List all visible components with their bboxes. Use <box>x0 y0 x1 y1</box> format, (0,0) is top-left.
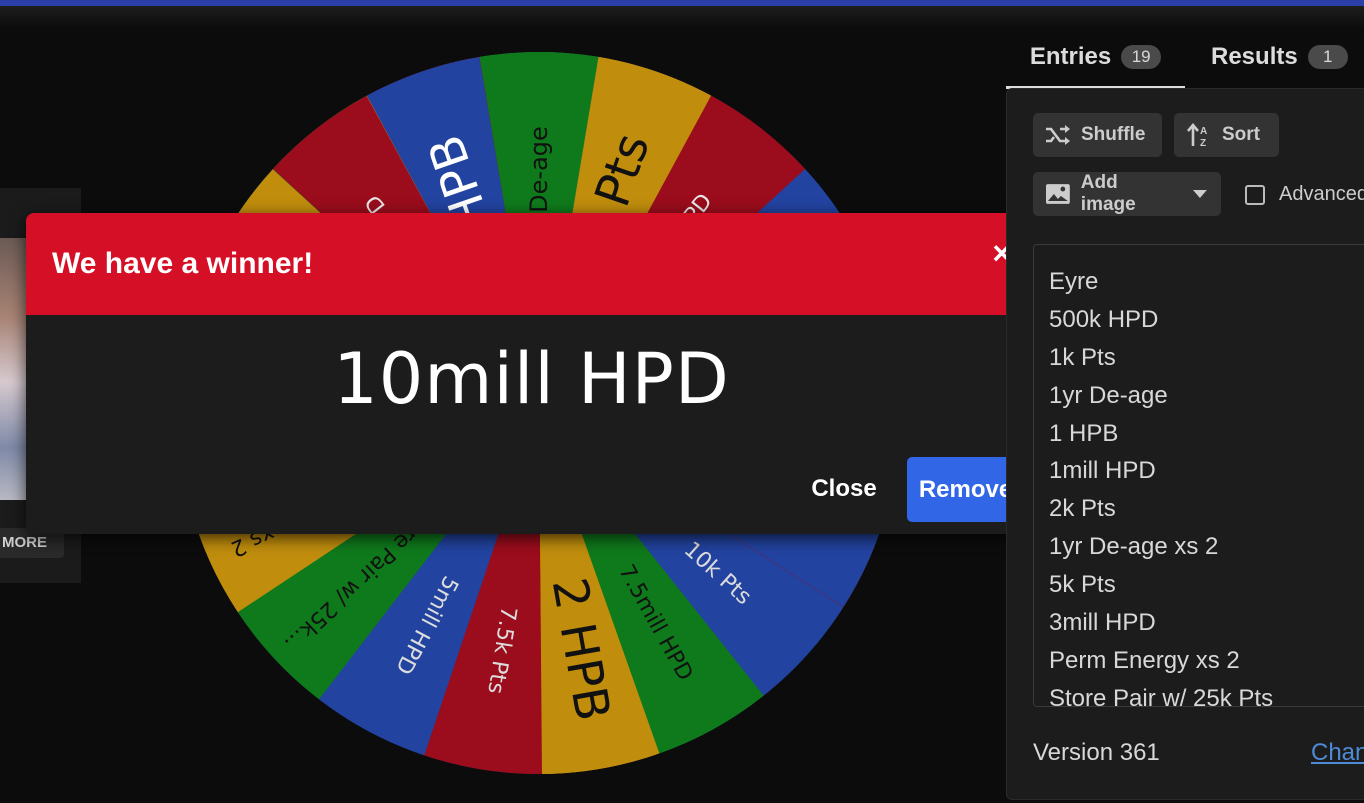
version-label: Version 361 <box>1033 739 1160 766</box>
chevron-down-icon <box>1193 190 1208 198</box>
entries-panel: Shuffle A Z Sort Add image Advanced Eyre… <box>1006 88 1364 800</box>
entry-item: 1yr De-age <box>1049 381 1168 409</box>
svg-text:A: A <box>1200 126 1207 137</box>
entry-item: 2k Pts <box>1049 495 1116 523</box>
entries-count-badge: 19 <box>1121 45 1162 69</box>
add-image-button[interactable]: Add image <box>1033 172 1221 216</box>
shuffle-label: Shuffle <box>1081 124 1146 145</box>
close-button[interactable]: Close <box>796 457 892 521</box>
entry-item: 1 HPB <box>1049 419 1119 447</box>
svg-text:Z: Z <box>1200 138 1206 148</box>
changelog-link[interactable]: Changelog <box>1311 739 1364 767</box>
entry-item: 500k HPD <box>1049 305 1159 333</box>
entry-item: 1k Pts <box>1049 343 1116 371</box>
advanced-label: Advanced <box>1279 183 1364 205</box>
entries-textarea[interactable]: Eyre 500k HPD 1k Pts 1yr De-age 1 HPB 1mill H… <box>1033 244 1364 707</box>
winner-text: 10mill HPD <box>333 338 730 420</box>
entry-item: 1mill HPD <box>1049 457 1156 485</box>
tab-entries-label: Entries <box>1029 43 1112 70</box>
entry-item: Perm Energy xs 2 <box>1049 646 1240 674</box>
results-count-badge: 1 <box>1307 45 1348 69</box>
side-thumbnail-image[interactable] <box>0 238 26 500</box>
winner-dialog: We have a winner! × 10mill HPD Close Rem… <box>26 213 1037 534</box>
tab-entries[interactable]: Entries 19 <box>1006 28 1185 89</box>
advanced-toggle[interactable]: Advanced <box>1245 183 1364 206</box>
shuffle-icon <box>1046 125 1070 145</box>
sort-label: Sort <box>1222 124 1260 145</box>
advanced-checkbox[interactable] <box>1245 184 1265 205</box>
sort-icon: A Z <box>1187 122 1207 148</box>
entries-list: Eyre 500k HPD 1k Pts 1yr De-age 1 HPB 1mill H… <box>1049 263 1274 707</box>
add-image-label: Add image <box>1080 172 1136 215</box>
tab-results[interactable]: Results 1 <box>1211 28 1364 86</box>
dialog-header: We have a winner! × <box>26 213 1037 315</box>
entry-item: 3mill HPD <box>1049 609 1156 637</box>
tab-results-label: Results <box>1211 43 1298 70</box>
shuffle-button[interactable]: Shuffle <box>1033 113 1162 157</box>
entry-item: Eyre <box>1049 268 1099 295</box>
entry-item: 1yr De-age xs 2 <box>1049 533 1219 561</box>
sort-button[interactable]: A Z Sort <box>1174 113 1279 157</box>
panel-tabs: Entries 19 Results 1 <box>1006 28 1364 89</box>
dialog-title: We have a winner! <box>52 247 314 280</box>
entry-item: Store Pair w/ 25k Pts <box>1049 684 1274 707</box>
image-icon <box>1045 184 1070 204</box>
entry-item: 5k Pts <box>1049 571 1116 599</box>
